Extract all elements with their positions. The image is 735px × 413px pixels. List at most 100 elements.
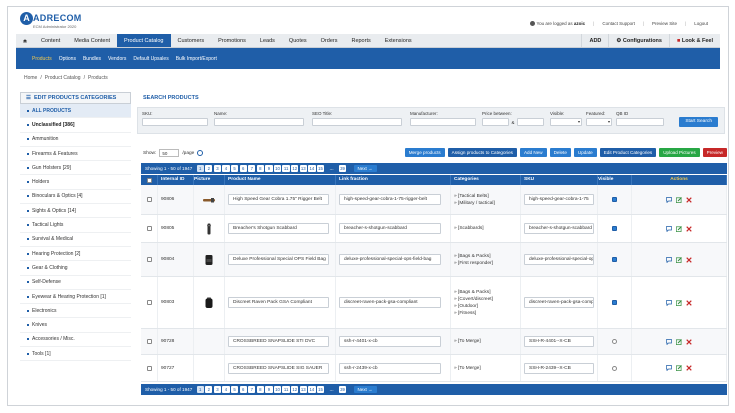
- link-fraction-input[interactable]: breacher-s-shotgun-scabbard: [339, 223, 441, 234]
- nav-home[interactable]: [16, 34, 34, 47]
- col-picture[interactable]: Picture: [194, 175, 225, 185]
- sku-input[interactable]: deluxe-professional-special-ops: [524, 254, 594, 265]
- page-link[interactable]: 1: [196, 386, 204, 393]
- comments-icon[interactable]: [666, 299, 672, 306]
- category-tag[interactable]: » [Military / tactical]: [454, 200, 495, 207]
- page-link[interactable]: 12: [291, 165, 299, 172]
- nav-orders[interactable]: Orders: [314, 34, 345, 47]
- row-picture[interactable]: [194, 277, 225, 328]
- sku-input[interactable]: [142, 118, 208, 126]
- row-checkbox[interactable]: [146, 226, 152, 231]
- sku-input[interactable]: discreet-raven-pack-gsa-compliant: [524, 297, 594, 308]
- page-link[interactable]: 6: [239, 165, 247, 172]
- row-checkbox[interactable]: [146, 300, 152, 305]
- row-checkbox[interactable]: [146, 339, 152, 344]
- category-item[interactable]: Gear & Clothing: [20, 261, 131, 276]
- category-tag[interactable]: » [Outdoor]: [454, 303, 478, 310]
- visible-toggle[interactable]: [612, 339, 617, 344]
- category-tag[interactable]: » [First responder]: [454, 260, 493, 267]
- visible-select[interactable]: ▾: [550, 118, 582, 126]
- page-link[interactable]: 8: [256, 386, 264, 393]
- page-link-last[interactable]: 39: [338, 165, 347, 172]
- nav-configurations[interactable]: ⚙ Configurations: [608, 34, 669, 47]
- page-link[interactable]: 7: [248, 165, 256, 172]
- next-page-button[interactable]: Next →: [353, 165, 377, 172]
- nav-add[interactable]: ADD: [581, 34, 608, 47]
- category-item[interactable]: Survival & Medical: [20, 233, 131, 247]
- subnav-options[interactable]: Options: [59, 56, 76, 62]
- sku-input[interactable]: SSH-R-2439--X-CB: [524, 362, 594, 374]
- comments-icon[interactable]: [666, 338, 672, 345]
- category-tag[interactable]: » [To Merge]: [454, 365, 481, 372]
- breadcrumb-product-catalog[interactable]: Product Catalog: [45, 75, 81, 81]
- row-checkbox[interactable]: [146, 197, 152, 202]
- col-internal-id[interactable]: Internal ID: [158, 175, 194, 185]
- delete-icon[interactable]: [686, 338, 692, 345]
- page-link[interactable]: 9: [265, 386, 273, 393]
- category-item[interactable]: Hearing Protection [2]: [20, 247, 131, 262]
- category-item[interactable]: Gun Holsters [29]: [20, 161, 131, 176]
- product-name-input[interactable]: Breacher's Shotgun Scabbard: [228, 223, 329, 234]
- add-new-button[interactable]: Add New: [519, 148, 547, 157]
- category-item[interactable]: Accessories / Misc.: [20, 333, 131, 348]
- category-item[interactable]: Tactical Lights: [20, 218, 131, 233]
- page-link[interactable]: 6: [239, 386, 247, 393]
- delete-icon[interactable]: [686, 365, 692, 371]
- comments-icon[interactable]: [666, 256, 672, 263]
- manufacturer-input[interactable]: [410, 118, 476, 126]
- visible-checkbox[interactable]: [612, 226, 617, 231]
- page-link[interactable]: 14: [308, 165, 316, 172]
- name-input[interactable]: [214, 118, 304, 126]
- edit-icon[interactable]: [676, 196, 682, 203]
- link-fraction-input[interactable]: deluxe-professional-special-ops-field-ba…: [339, 254, 441, 265]
- category-tag[interactable]: » [Tactical Belts]: [454, 193, 489, 200]
- category-item[interactable]: Ammunition: [20, 133, 131, 147]
- price-min-input[interactable]: [482, 118, 510, 126]
- page-link[interactable]: 15: [316, 165, 325, 172]
- next-page-button[interactable]: Next →: [353, 386, 377, 393]
- category-tag[interactable]: » [To Merge]: [454, 338, 481, 345]
- page-link[interactable]: 15: [316, 386, 325, 393]
- logo[interactable]: A ADRECOM ECM Administrator 2020: [20, 12, 110, 32]
- upload-pictures-button[interactable]: Upload Pictures: [659, 148, 700, 157]
- edit-icon[interactable]: [676, 299, 682, 306]
- subnav-default-upsales[interactable]: Default Upsales: [133, 56, 168, 62]
- page-link[interactable]: 3: [213, 165, 222, 172]
- page-link[interactable]: 1: [196, 165, 204, 172]
- subnav-bulk-import-export[interactable]: Bulk Import/Export: [176, 56, 217, 62]
- row-checkbox[interactable]: [146, 257, 152, 262]
- nav-extensions[interactable]: Extensions: [378, 34, 419, 47]
- sku-input[interactable]: breacher-s-shotgun-scabbard: [524, 223, 594, 234]
- sku-input[interactable]: SSH-R-4401--X-CB: [524, 336, 594, 347]
- link-fraction-input[interactable]: discreet-raven-pack-gsa-compliant: [339, 297, 441, 308]
- nav-customers[interactable]: Customers: [171, 34, 212, 47]
- category-item[interactable]: Knives: [20, 318, 131, 333]
- nav-promotions[interactable]: Promotions: [211, 34, 253, 47]
- link-fraction-input[interactable]: ssh-r-4401-x-cb: [339, 336, 441, 347]
- preview-site-link[interactable]: Preview Site: [652, 21, 677, 26]
- category-item[interactable]: ALL PRODUCTS: [20, 104, 131, 119]
- nav-reports[interactable]: Reports: [344, 34, 377, 47]
- nav-content[interactable]: Content: [34, 34, 67, 47]
- edit-icon[interactable]: [676, 225, 682, 232]
- product-name-input[interactable]: CROSSBREED SNAPSLIDE STI DVC: [228, 336, 329, 347]
- merge-products-button[interactable]: Merge products: [404, 148, 445, 157]
- edit-product-categories-button[interactable]: Edit Product Categories: [599, 148, 657, 157]
- preview-button[interactable]: Preview: [702, 148, 727, 157]
- sku-input[interactable]: high-speed-gear-cobra-1-75: [524, 194, 594, 205]
- edit-icon[interactable]: [676, 365, 682, 371]
- product-name-input[interactable]: CROSSBREED SNAPSLIDE SIG SAUER: [228, 362, 329, 374]
- col-visible[interactable]: Visible: [598, 175, 632, 185]
- delete-button[interactable]: Delete: [549, 148, 571, 157]
- page-link[interactable]: 4: [222, 386, 230, 393]
- product-name-input[interactable]: High Speed Gear Cobra 1.75" Rigger Belt: [228, 194, 329, 205]
- page-link[interactable]: 13: [299, 386, 307, 393]
- comments-icon[interactable]: [666, 225, 672, 232]
- link-fraction-input[interactable]: ssh-r-2439-x-cb: [339, 362, 441, 374]
- category-item[interactable]: Tools [1]: [20, 347, 131, 362]
- comments-icon[interactable]: [666, 196, 672, 203]
- page-link[interactable]: 4: [222, 165, 230, 172]
- edit-icon[interactable]: [676, 256, 682, 263]
- update-button[interactable]: Update: [573, 148, 597, 157]
- seo-title-input[interactable]: [312, 118, 402, 126]
